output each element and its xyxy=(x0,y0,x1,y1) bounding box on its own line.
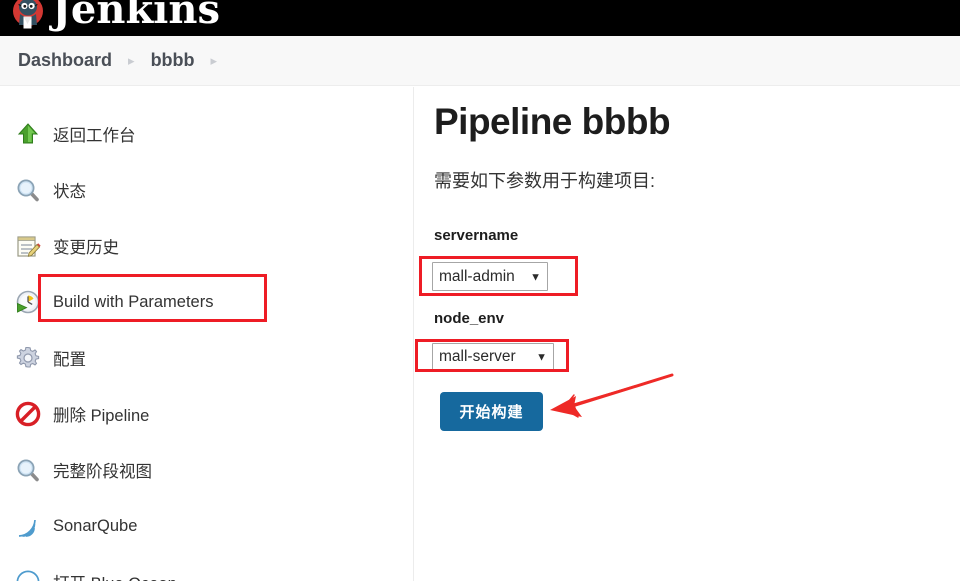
servername-select[interactable]: mall-admin xyxy=(432,262,548,291)
start-build-button[interactable]: 开始构建 xyxy=(440,392,543,431)
sidebar-item-back-to-dashboard[interactable]: 返回工作台 xyxy=(0,114,413,154)
main-content: Pipeline bbbb 需要如下参数用于构建项目: servername m… xyxy=(415,87,960,581)
breadcrumb: Dashboard ▸ bbbb ▸ xyxy=(0,36,960,86)
sidebar-item-change-history[interactable]: 变更历史 xyxy=(0,226,413,266)
sidebar-item-label: 变更历史 xyxy=(53,239,119,257)
node-env-select-wrap: mall-server ▼ xyxy=(432,343,554,370)
page-title: Pipeline bbbb xyxy=(434,101,671,142)
breadcrumb-item-dashboard[interactable]: Dashboard xyxy=(18,50,112,71)
chevron-right-icon: ▸ xyxy=(210,53,218,68)
sidebar-item-label: Build with Parameters xyxy=(53,292,214,311)
sidebar-item-full-stage-view[interactable]: 完整阶段视图 xyxy=(0,450,413,490)
sidebar-item-build-with-parameters[interactable]: Build with Parameters xyxy=(0,282,413,322)
breadcrumb-item-bbbb[interactable]: bbbb xyxy=(151,50,195,71)
jenkins-butler-logo-icon[interactable] xyxy=(8,0,48,34)
sidebar-item-sonarqube[interactable]: SonarQube xyxy=(0,506,413,546)
gear-icon xyxy=(16,346,40,368)
app-header: Jenkins xyxy=(0,0,960,36)
chevron-right-icon: ▸ xyxy=(128,53,135,68)
sidebar-item-delete-pipeline[interactable]: 删除 Pipeline xyxy=(0,394,413,434)
sonarqube-arcs-icon xyxy=(18,519,36,537)
param-label-node-env: node_env xyxy=(434,310,505,327)
param-label-servername: servername xyxy=(434,227,519,244)
sidebar-item-label: 返回工作台 xyxy=(53,127,136,145)
sidebar-item-configure[interactable]: 配置 xyxy=(0,338,413,378)
magnifier-icon xyxy=(17,459,39,482)
sidebar-item-status[interactable]: 状态 xyxy=(0,170,413,210)
magnifier-icon xyxy=(17,179,39,202)
sidebar: 返回工作台 状态 变更历史 Build with Parameters 配置 删… xyxy=(0,87,414,581)
no-entry-icon xyxy=(15,401,41,427)
sidebar-item-open-blue-ocean[interactable]: 打开 Blue Ocean xyxy=(0,562,413,581)
notepad-pencil-icon xyxy=(17,236,41,257)
sidebar-item-label: 配置 xyxy=(53,351,86,369)
brand-name[interactable]: Jenkins xyxy=(52,0,220,33)
build-subtitle: 需要如下参数用于构建项目: xyxy=(434,171,655,191)
sidebar-item-label: 打开 Blue Ocean xyxy=(53,570,177,581)
sidebar-item-label: SonarQube xyxy=(53,516,138,535)
sidebar-item-label: 完整阶段视图 xyxy=(53,463,152,481)
servername-select-wrap: mall-admin ▼ xyxy=(432,262,548,291)
green-up-arrow-icon xyxy=(17,123,39,144)
sidebar-item-label: 删除 Pipeline xyxy=(53,407,150,425)
blue-ocean-icon xyxy=(16,570,40,581)
node-env-select[interactable]: mall-server xyxy=(432,343,554,370)
sidebar-item-label: 状态 xyxy=(53,183,86,201)
clock-play-icon xyxy=(16,290,40,314)
